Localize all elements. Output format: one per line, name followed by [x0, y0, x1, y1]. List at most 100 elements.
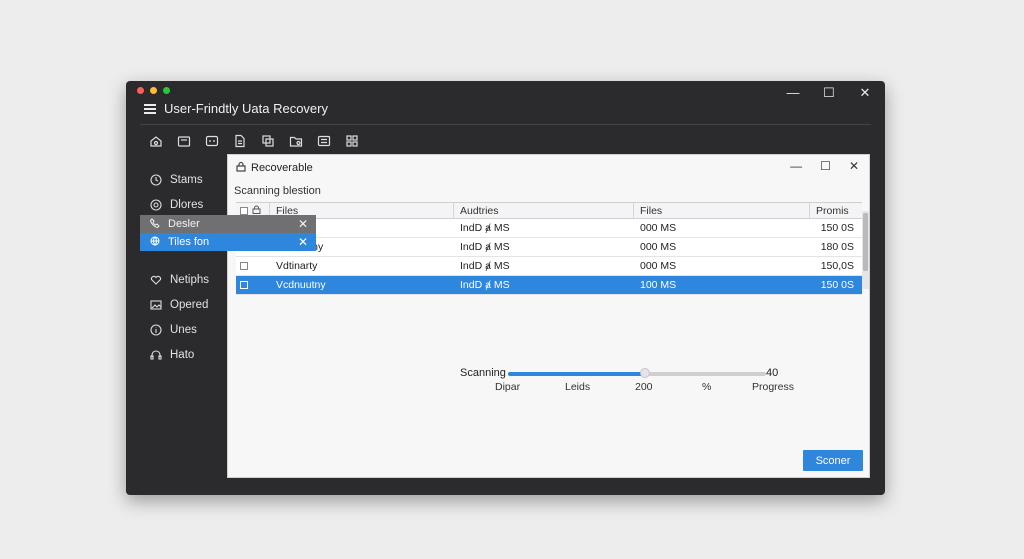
dialog-maximize-icon[interactable]: ☐ [820, 159, 831, 173]
sidebar-item-tiles-fon[interactable]: Tiles fon ✕ [140, 233, 316, 251]
table-header: Files Audtries Files Promis [236, 202, 862, 219]
app-window: — ☐ ✕ User-Frindtly Uata Recovery Stams … [126, 81, 885, 495]
minimize-dot-icon[interactable] [150, 87, 157, 94]
sidebar-item-label: Tiles fon [168, 236, 210, 248]
row-checkbox[interactable] [240, 281, 248, 289]
scan-button[interactable]: Sconer [803, 450, 863, 471]
sidebar-item-stams[interactable]: Stams [126, 167, 228, 192]
close-icon[interactable]: ✕ [298, 217, 308, 231]
table-row[interactable]: Vdtinarty IndD ⱥ MS 000 MS 150,0S [236, 257, 862, 276]
drag-preview: Desler ✕ Tiles fon ✕ [140, 215, 316, 251]
row-checkbox-cell [236, 276, 270, 294]
cell-audtries: IndD ⱥ MS [460, 241, 510, 253]
folder-icon[interactable] [288, 133, 304, 149]
sidebar-item-opered[interactable]: Opered [126, 292, 228, 317]
cell-files: 000 MS [640, 241, 677, 253]
heart-icon [150, 274, 162, 286]
info-icon [150, 323, 162, 336]
dialog-title: Recoverable [236, 161, 313, 175]
close-dot-icon[interactable] [137, 87, 144, 94]
progress-sub-label: Dipar [495, 381, 521, 393]
row-checkbox[interactable] [240, 262, 248, 270]
sidebar-item-label: Desler [168, 218, 200, 230]
select-all-checkbox[interactable] [240, 206, 248, 215]
close-icon[interactable]: ✕ [298, 235, 308, 249]
cell-promis: 180 0S [820, 241, 854, 253]
progress-sub-label: Leids [565, 381, 591, 393]
progress-sub-label: % [702, 381, 712, 393]
cell-name: Vcdnuutny [276, 279, 326, 291]
phone-icon [149, 217, 160, 231]
sidebar-item-dlores[interactable]: Dlores [126, 192, 228, 217]
sidebar-item-label: Unes [170, 323, 197, 336]
progress-sub-label: Progress [752, 381, 795, 393]
cell-files: 000 MS [640, 260, 677, 272]
dialog-title-text: Recoverable [251, 162, 313, 174]
column-header-promis[interactable]: Promis [810, 203, 862, 218]
sidebar-item-label: Dlores [170, 198, 204, 211]
archive-icon[interactable] [176, 133, 192, 149]
close-icon[interactable]: ✕ [857, 85, 873, 101]
maximize-icon[interactable]: ☐ [821, 85, 837, 101]
menu-icon[interactable] [144, 103, 156, 114]
sidebar-item-unes[interactable]: Unes [126, 317, 228, 342]
headset-icon [150, 349, 162, 361]
cell-promis: 150 0S [820, 279, 854, 291]
cell-files: 100 MS [640, 279, 677, 291]
cell-files: 000 MS [640, 222, 677, 234]
dialog-minimize-icon[interactable]: — [790, 159, 802, 173]
minimize-icon[interactable]: — [785, 85, 801, 101]
progress-handle[interactable] [639, 368, 650, 378]
divider [140, 124, 871, 125]
clock-icon [150, 173, 162, 186]
table-row[interactable]: Vdmuntny IndD ⱥ MS 000 MS 180 0S [236, 238, 862, 257]
table-row[interactable]: Vdrins IndD ⱥ MS 000 MS 150 0S [236, 219, 862, 238]
sidebar-item-label: Stams [170, 173, 203, 186]
sidebar-item-label: Hato [170, 348, 195, 361]
image-icon [150, 299, 162, 311]
traffic-lights [137, 87, 170, 94]
sidebar-item-label: Netiphs [170, 273, 209, 286]
cell-audtries: IndD ⱥ MS [460, 222, 510, 234]
cell-audtries: IndD ⱥ MS [460, 279, 510, 291]
lock-icon [236, 161, 246, 175]
results-table: Files Audtries Files Promis Vdrins IndD … [236, 202, 862, 295]
scrollbar-thumb[interactable] [863, 213, 868, 271]
sidebar-item-label: Opered [170, 298, 209, 311]
document-icon[interactable] [232, 133, 248, 149]
table-row-selected[interactable]: Vcdnuutny IndD ⱥ MS 100 MS 150 0S [236, 276, 862, 295]
sidebar-item-desler[interactable]: Desler ✕ [140, 215, 316, 233]
table-scrollbar[interactable] [862, 211, 869, 289]
progress-end-label: 40 [766, 367, 779, 379]
window-controls: — ☐ ✕ [785, 85, 873, 101]
list-icon[interactable] [316, 133, 332, 149]
title-bar: User-Frindtly Uata Recovery [144, 101, 328, 116]
globe-icon [150, 236, 160, 249]
cell-audtries: IndD ⱥ MS [460, 260, 510, 272]
scan-progress: Scanning 40 Dipar Leids 200 % Progress [460, 367, 800, 407]
sidebar-item-netiphs[interactable]: Netiphs [126, 267, 228, 292]
progress-fill [508, 372, 645, 376]
column-header-audtries[interactable]: Audtries [454, 203, 634, 218]
toolbar [148, 133, 360, 149]
zoom-dot-icon[interactable] [163, 87, 170, 94]
home-scan-icon[interactable] [148, 133, 164, 149]
column-header-files-size[interactable]: Files [634, 203, 810, 218]
copy-icon[interactable] [260, 133, 276, 149]
grid-icon[interactable] [344, 133, 360, 149]
row-checkbox-cell [236, 257, 270, 275]
app-title: User-Frindtly Uata Recovery [164, 101, 328, 116]
progress-label: Scanning [460, 367, 506, 379]
scan-status: Scanning blestion [234, 185, 321, 197]
sidebar-item-hato[interactable]: Hato [126, 342, 228, 367]
cell-promis: 150 0S [820, 222, 854, 234]
dialog-controls: — ☐ ✕ [790, 159, 859, 173]
dialog-close-icon[interactable]: ✕ [849, 159, 859, 173]
progress-track [508, 368, 766, 378]
cell-name: Vdtinarty [276, 260, 318, 272]
recoverable-dialog: Recoverable — ☐ ✕ Scanning blestion File… [227, 154, 870, 478]
cell-promis: 150,0S [820, 260, 854, 272]
drive-icon[interactable] [204, 133, 220, 149]
sidebar: Stams Dlores Netiphs Opered Unes Hato [126, 167, 228, 367]
progress-sub-label: 200 [635, 381, 653, 393]
